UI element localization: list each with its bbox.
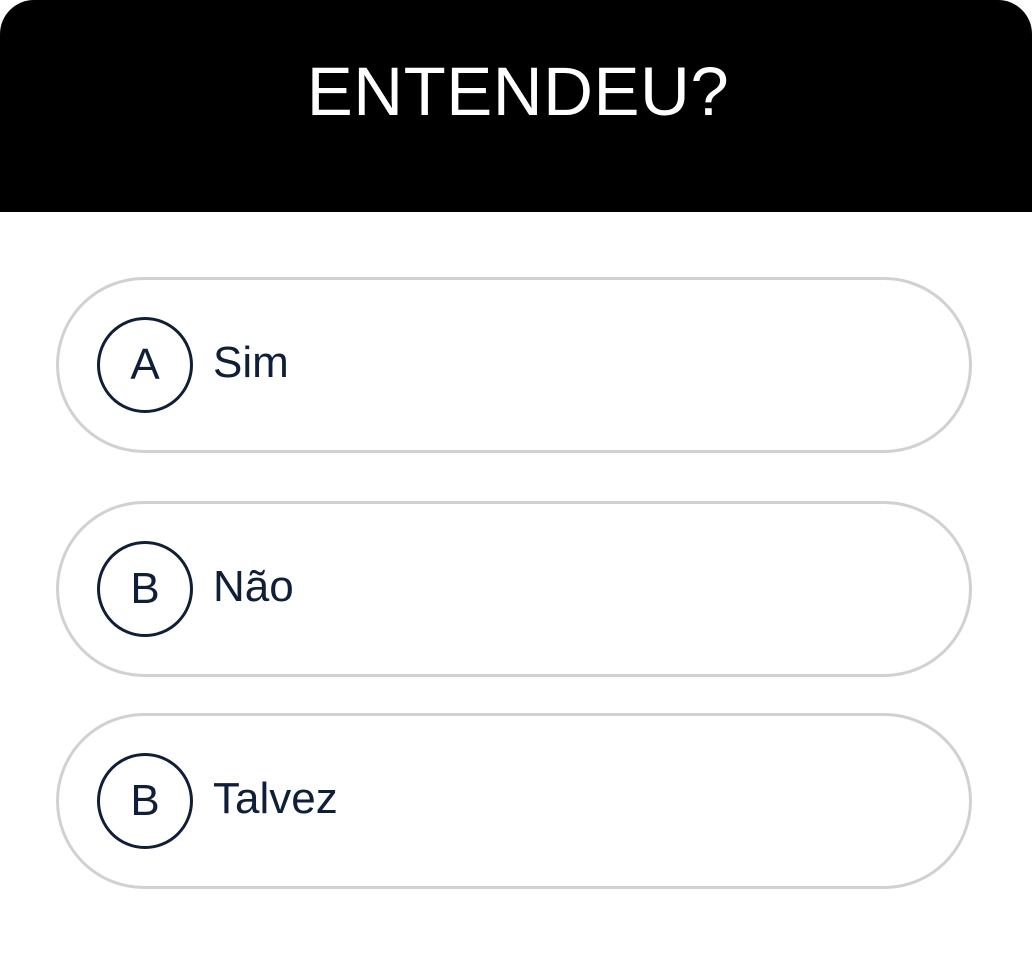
quiz-card: ENTENDEU? A Sim B Não B Talvez [0,0,1032,964]
option-label: Não [213,562,294,611]
answer-option-b[interactable]: B Não [56,501,972,677]
option-letter-badge: A [97,317,193,413]
quiz-header: ENTENDEU? [0,0,1032,212]
answer-option-a[interactable]: A Sim [56,277,972,453]
option-label: Sim [213,338,289,387]
answer-option-c[interactable]: B Talvez [56,713,972,889]
option-letter-badge: B [97,753,193,849]
quiz-title: ENTENDEU? [306,53,730,130]
option-label: Talvez [213,774,338,823]
option-letter-badge: B [97,541,193,637]
